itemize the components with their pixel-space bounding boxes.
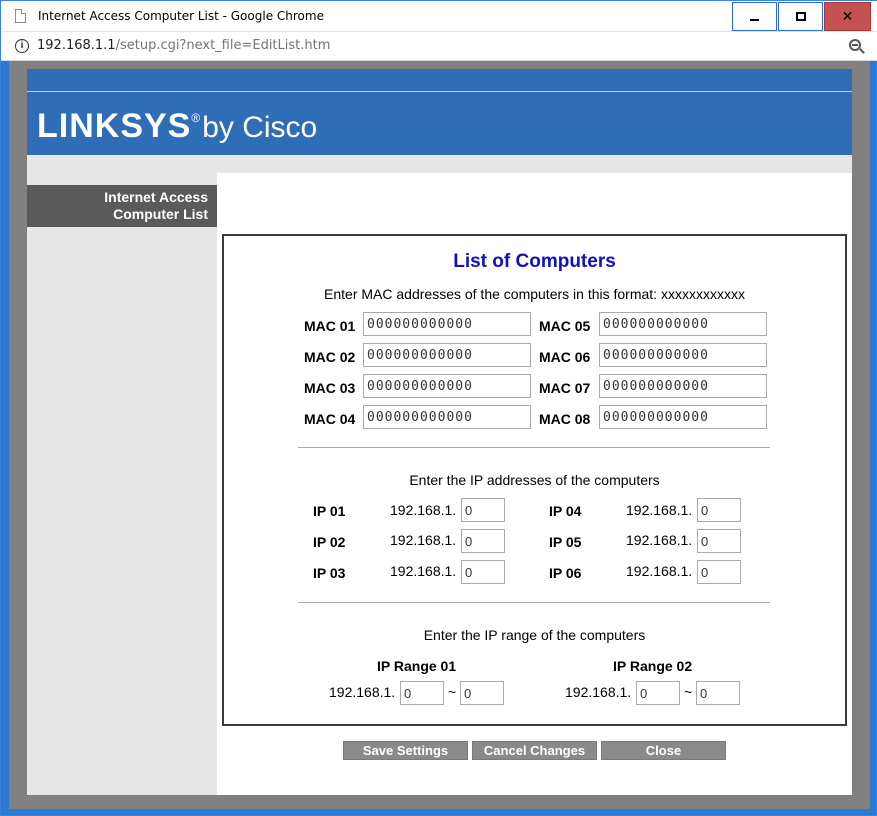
logo-brand: LINKSYS bbox=[37, 107, 192, 145]
ip-prefix: 192.168.1. bbox=[626, 563, 693, 579]
logo-by-cisco: by Cisco bbox=[202, 111, 318, 144]
section-title: Internet Access Computer List bbox=[27, 185, 217, 227]
minimize-button[interactable] bbox=[732, 2, 777, 31]
ip-input-05[interactable] bbox=[697, 529, 741, 553]
info-icon[interactable]: i bbox=[15, 39, 29, 53]
mac-input-07[interactable] bbox=[599, 374, 767, 398]
minimize-icon bbox=[750, 18, 759, 21]
section-title-line1: Internet Access bbox=[104, 189, 208, 205]
url-text[interactable]: 192.168.1.1/setup.cgi?next_file=EditList… bbox=[37, 38, 330, 53]
linksys-logo: LINKSYS®by Cisco bbox=[37, 107, 317, 146]
mac-label: MAC 02 bbox=[304, 349, 356, 365]
ip-instructions: Enter the IP addresses of the computers bbox=[409, 472, 660, 488]
mac-label: MAC 01 bbox=[304, 318, 356, 334]
ip-label: IP 03 bbox=[313, 565, 346, 581]
mac-label: MAC 04 bbox=[304, 411, 356, 427]
ip-input-06[interactable] bbox=[697, 560, 741, 584]
grey-band bbox=[27, 155, 852, 173]
ip-range-01-end[interactable] bbox=[460, 681, 504, 705]
ip-range-01-start[interactable] bbox=[400, 681, 444, 705]
logo-registered: ® bbox=[191, 111, 201, 125]
url-host: 192.168.1.1 bbox=[37, 38, 116, 53]
ip-prefix: 192.168.1. bbox=[390, 502, 457, 518]
mac-input-02[interactable] bbox=[363, 343, 531, 367]
window-title: Internet Access Computer List - Google C… bbox=[38, 9, 324, 23]
mac-input-05[interactable] bbox=[599, 312, 767, 336]
browser-window: Internet Access Computer List - Google C… bbox=[0, 0, 877, 816]
address-bar[interactable]: i 192.168.1.1/setup.cgi?next_file=EditLi… bbox=[1, 32, 877, 61]
section-divider bbox=[298, 602, 770, 603]
range-separator: ~ bbox=[684, 684, 693, 700]
close-window-button[interactable]: ✕ bbox=[824, 2, 871, 31]
ip-input-01[interactable] bbox=[461, 498, 505, 522]
ip-range-label: IP Range 01 bbox=[377, 658, 457, 674]
ip-range-02-end[interactable] bbox=[696, 681, 740, 705]
section-title-line2: Computer List bbox=[113, 206, 208, 222]
cancel-changes-button[interactable]: Cancel Changes bbox=[472, 741, 597, 760]
page-title: List of Computers bbox=[453, 251, 616, 272]
page-viewport: LINKSYS®by Cisco Internet Access Compute… bbox=[9, 61, 870, 809]
zoom-out-icon[interactable] bbox=[849, 39, 861, 51]
maximize-button[interactable] bbox=[778, 2, 823, 31]
ip-prefix: 192.168.1. bbox=[329, 684, 396, 700]
url-path: /setup.cgi?next_file=EditList.htm bbox=[115, 38, 331, 53]
title-bar: Internet Access Computer List - Google C… bbox=[1, 1, 877, 32]
ip-range-label: IP Range 02 bbox=[613, 658, 693, 674]
ip-label: IP 01 bbox=[313, 503, 346, 519]
mac-label: MAC 03 bbox=[304, 380, 356, 396]
mac-label: MAC 08 bbox=[539, 411, 591, 427]
ip-input-04[interactable] bbox=[697, 498, 741, 522]
page-icon bbox=[15, 9, 26, 23]
mac-input-06[interactable] bbox=[599, 343, 767, 367]
header-banner: LINKSYS®by Cisco bbox=[27, 69, 852, 155]
mac-label: MAC 07 bbox=[539, 380, 591, 396]
mac-input-01[interactable] bbox=[363, 312, 531, 336]
mac-input-08[interactable] bbox=[599, 405, 767, 429]
sidebar: Internet Access Computer List bbox=[27, 173, 217, 795]
range-instructions: Enter the IP range of the computers bbox=[423, 627, 646, 643]
ip-label: IP 05 bbox=[549, 534, 582, 550]
maximize-icon bbox=[795, 12, 806, 21]
ip-range-02-start[interactable] bbox=[636, 681, 680, 705]
close-button[interactable]: Close bbox=[601, 741, 726, 760]
mac-label: MAC 06 bbox=[539, 349, 591, 365]
save-settings-button[interactable]: Save Settings bbox=[343, 741, 468, 760]
ip-input-02[interactable] bbox=[461, 529, 505, 553]
ip-label: IP 02 bbox=[313, 534, 346, 550]
ip-prefix: 192.168.1. bbox=[626, 532, 693, 548]
router-page: LINKSYS®by Cisco Internet Access Compute… bbox=[27, 69, 852, 795]
ip-prefix: 192.168.1. bbox=[390, 532, 457, 548]
range-separator: ~ bbox=[448, 684, 457, 700]
ip-prefix: 192.168.1. bbox=[565, 684, 632, 700]
ip-prefix: 192.168.1. bbox=[390, 563, 457, 579]
mac-instructions: Enter MAC addresses of the computers in … bbox=[324, 286, 745, 302]
mac-input-04[interactable] bbox=[363, 405, 531, 429]
mac-label: MAC 05 bbox=[539, 318, 591, 334]
mac-input-03[interactable] bbox=[363, 374, 531, 398]
ip-label: IP 04 bbox=[549, 503, 582, 519]
ip-prefix: 192.168.1. bbox=[626, 502, 693, 518]
close-icon: ✕ bbox=[841, 8, 854, 25]
section-divider bbox=[298, 447, 770, 448]
ip-label: IP 06 bbox=[549, 565, 582, 581]
header-divider bbox=[27, 91, 852, 92]
list-panel: List of Computers Enter MAC addresses of… bbox=[222, 234, 847, 726]
ip-input-03[interactable] bbox=[461, 560, 505, 584]
